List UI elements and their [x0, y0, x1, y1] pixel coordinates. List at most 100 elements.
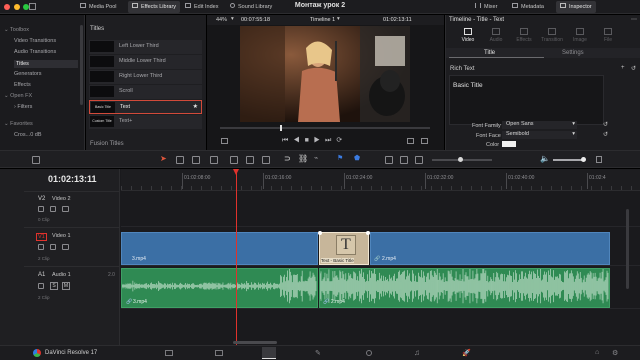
insert-clip-icon[interactable]: [230, 156, 238, 164]
reset-font-icon[interactable]: ↺: [603, 121, 608, 128]
effects-library-button[interactable]: Effects Library: [128, 1, 181, 13]
viewer-zoom[interactable]: 44%: [216, 17, 227, 23]
lock-icon[interactable]: [38, 283, 44, 289]
metadata-button[interactable]: Metadata: [512, 3, 544, 10]
tree-item-generators[interactable]: Generators: [14, 71, 78, 77]
mute-button[interactable]: M: [62, 282, 70, 290]
color-page-icon[interactable]: [366, 350, 372, 356]
title-item[interactable]: Custom Title Text+: [89, 115, 202, 129]
volume-slider[interactable]: [553, 157, 586, 162]
playhead[interactable]: [233, 169, 239, 345]
playhead-handle-icon[interactable]: [233, 169, 239, 175]
tree-item-titles[interactable]: Titles: [14, 60, 78, 68]
link-icon[interactable]: ⛓: [298, 154, 308, 163]
tree-item-video-transitions[interactable]: Video Transitions: [14, 38, 78, 44]
horizontal-scrollbar[interactable]: [233, 341, 277, 344]
deliver-page-icon[interactable]: 🚀: [462, 349, 471, 357]
inspector-tab-video[interactable]: Video: [456, 26, 480, 43]
loop-icon[interactable]: ⟳: [336, 137, 347, 144]
audio-clip-2[interactable]: 🔗 2.mp4: [319, 268, 610, 308]
video-clip-3[interactable]: 3.mp4: [121, 232, 318, 265]
home-icon[interactable]: ⌂: [595, 349, 599, 356]
auto-select-icon[interactable]: [50, 206, 56, 212]
zoom-slider-handle[interactable]: [458, 157, 463, 162]
tree-item-filters[interactable]: › Filters: [14, 104, 78, 110]
media-page-icon[interactable]: [165, 350, 173, 356]
inspector-button[interactable]: Inspector: [556, 1, 596, 13]
fairlight-page-icon[interactable]: ♫: [414, 348, 420, 357]
minimize-window-button[interactable]: [13, 4, 20, 10]
title-item[interactable]: Middle Lower Third: [89, 55, 202, 69]
chevron-down-icon[interactable]: ▾: [231, 16, 234, 22]
color-swatch[interactable]: [502, 141, 516, 147]
panels-icon[interactable]: [29, 3, 36, 10]
position-lock-icon[interactable]: ⌁: [314, 154, 318, 162]
inspector-tab-audio[interactable]: Audio: [484, 26, 508, 43]
edit-index-button[interactable]: Edit Index: [185, 3, 218, 10]
tree-scrollbar[interactable]: [80, 25, 83, 105]
selection-tool-icon[interactable]: ➤: [160, 154, 167, 163]
trim-handle-left-icon[interactable]: [318, 231, 322, 235]
marker-icon[interactable]: ⬟: [354, 154, 360, 162]
blade-tool-icon[interactable]: [210, 156, 218, 164]
subtab-title[interactable]: Title: [484, 50, 495, 56]
scrubber-handle[interactable]: [280, 125, 282, 131]
subtab-settings[interactable]: Settings: [562, 50, 584, 56]
tree-item-audio-transitions[interactable]: Audio Transitions: [14, 49, 78, 55]
timeline-selector[interactable]: Timeline 1: [310, 17, 335, 23]
edit-page-icon[interactable]: [262, 347, 276, 359]
lock-icon[interactable]: [38, 206, 44, 212]
overwrite-clip-icon[interactable]: [246, 156, 254, 164]
tree-item-cros-0-db[interactable]: Cros...0 dB: [14, 132, 78, 138]
auto-select-icon[interactable]: [50, 244, 56, 250]
inspector-tab-image[interactable]: Image: [568, 26, 592, 43]
more-options-icon[interactable]: ⋯: [631, 16, 637, 23]
timeline-view-icon[interactable]: [32, 156, 40, 164]
video-enable-icon[interactable]: [62, 244, 69, 250]
title-item[interactable]: Left Lower Third: [89, 40, 202, 54]
sound-library-button[interactable]: Sound Library: [230, 3, 272, 10]
solo-button[interactable]: S: [50, 282, 58, 290]
trim-tool-icon[interactable]: [176, 156, 184, 164]
track-id-v1[interactable]: V1: [36, 233, 47, 241]
font-family-select[interactable]: Open Sans ▾: [502, 121, 577, 129]
audio-clip-3[interactable]: 🔗 3.mp4: [121, 268, 318, 308]
mixer-button[interactable]: Mixer: [475, 3, 497, 10]
volume-handle[interactable]: [581, 157, 586, 162]
tree-item-effects[interactable]: Effects: [14, 82, 78, 88]
inspector-tab-file[interactable]: File: [596, 26, 620, 43]
zoom-full-icon[interactable]: [385, 156, 393, 164]
timeline-ruler[interactable]: 01:02:08:00 01:02:16:00 01:02:24:00 01:02:3…: [121, 169, 640, 191]
font-face-select[interactable]: Semibold ▾: [502, 131, 577, 139]
skip-forward-icon[interactable]: ⏭: [325, 137, 336, 144]
meter-icon[interactable]: [596, 156, 602, 163]
vertical-scrollbar[interactable]: [626, 209, 629, 289]
title-item[interactable]: Right Lower Third: [89, 70, 202, 84]
inspector-tab-effects[interactable]: Effects: [512, 26, 536, 43]
cut-page-icon[interactable]: [215, 350, 223, 356]
fullscreen-icon[interactable]: [421, 138, 428, 144]
fusion-page-icon[interactable]: ✎: [315, 349, 321, 357]
zoom-detail-icon[interactable]: [400, 156, 408, 164]
tree-item-toolbox[interactable]: ⌄ Toolbox: [4, 27, 78, 33]
inspector-tab-transition[interactable]: Transition: [540, 26, 564, 43]
viewer-scrubber[interactable]: [220, 125, 430, 131]
match-frame-icon[interactable]: [407, 138, 414, 144]
zoom-custom-icon[interactable]: [415, 156, 423, 164]
mute-icon[interactable]: 🔈: [540, 154, 550, 163]
reset-icon[interactable]: ↺: [631, 65, 636, 72]
chevron-down-icon[interactable]: ▾: [337, 16, 340, 22]
flag-icon[interactable]: ⚑: [337, 154, 343, 162]
tree-item-open-fx[interactable]: ⌄ Open FX: [4, 93, 78, 99]
play-icon[interactable]: ▶: [314, 137, 325, 144]
stop-icon[interactable]: ■: [305, 137, 314, 144]
video-clip-2[interactable]: 🔗 2.mp4: [370, 232, 610, 265]
title-item[interactable]: Scroll: [89, 85, 202, 99]
settings-gear-icon[interactable]: ⚙: [612, 349, 618, 357]
rich-text-field[interactable]: Basic Title: [449, 75, 604, 125]
tree-item-favorites[interactable]: ⌄ Favorites: [4, 121, 78, 127]
zoom-slider[interactable]: [432, 157, 492, 162]
reset-face-icon[interactable]: ↺: [603, 131, 608, 138]
play-reverse-icon[interactable]: ◀: [293, 137, 304, 144]
add-keyframe-icon[interactable]: +: [621, 65, 625, 71]
